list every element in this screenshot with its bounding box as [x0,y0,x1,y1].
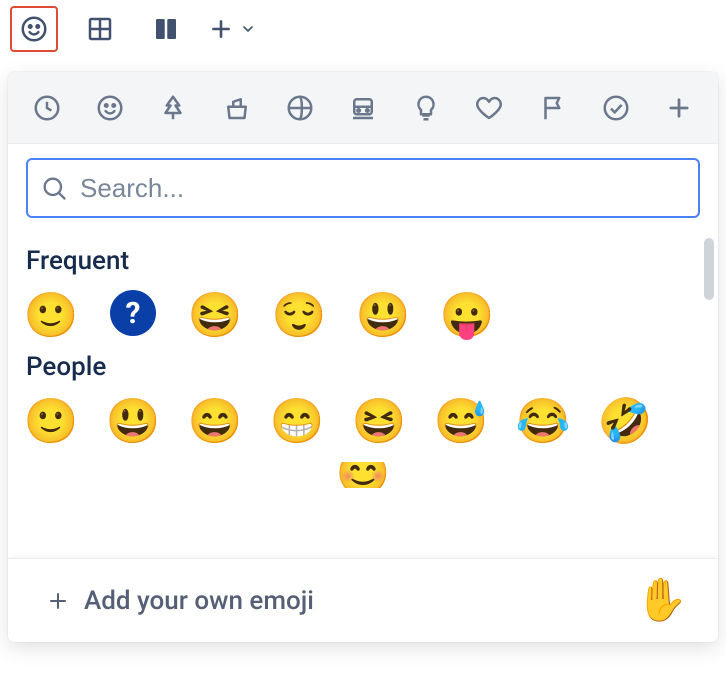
table-toolbar-button[interactable] [76,6,124,52]
add-own-emoji-button[interactable]: Add your own emoji [46,586,314,616]
emoji-toolbar-button[interactable] [10,6,58,52]
frequent-emoji-row: 🙂 ? 😆 😌 😃 😛 [26,290,700,340]
flags-icon [538,93,568,123]
emoji-question-badge[interactable]: ? [110,290,156,336]
category-frequent[interactable] [28,89,66,127]
symbols-icon [474,93,504,123]
editor-toolbar [0,0,726,58]
emoji-sweat-smile[interactable]: 😅 [436,396,486,446]
people-emoji-row-2-partial: 😊 [26,462,700,488]
people-emoji-row-1: 🙂 😃 😄 😁 😆 😅 😂 🤣 [26,396,700,446]
add-own-emoji-label: Add your own emoji [84,586,314,616]
plus-small-icon [46,589,70,613]
emoji-slightly-smiling[interactable]: 🙂 [26,290,76,340]
scrollbar-thumb[interactable] [704,238,714,300]
category-nature[interactable] [154,89,192,127]
emoji-grin[interactable]: 😁 [272,396,322,446]
emoji-slightly-smiling-2[interactable]: 🙂 [26,396,76,446]
table-icon [85,14,115,44]
emoji-laughing-2[interactable]: 😆 [354,396,404,446]
activity-icon [285,93,315,123]
recent-icon [32,93,62,123]
category-food[interactable] [218,89,256,127]
insert-toolbar-button[interactable] [208,16,256,42]
emoji-preview: ✋ [636,576,688,625]
section-frequent-title: Frequent [26,246,700,276]
objects-icon [411,93,441,123]
category-symbols[interactable] [470,89,508,127]
emoji-smile[interactable]: 😄 [190,396,240,446]
travel-icon [348,93,378,123]
category-activity[interactable] [281,89,319,127]
food-icon [222,93,252,123]
nature-icon [158,93,188,123]
category-flags[interactable] [534,89,572,127]
emoji-relieved[interactable]: 😌 [274,290,324,340]
emoji-picker-footer: Add your own emoji ✋ [8,558,718,642]
category-travel[interactable] [344,89,382,127]
emoji-scroll-area: Frequent 🙂 ? 😆 😌 😃 😛 People 🙂 😃 😄 😁 😆 😅 … [8,218,718,558]
category-people[interactable] [91,89,129,127]
category-objects[interactable] [407,89,445,127]
emoji-picker: Frequent 🙂 ? 😆 😌 😃 😛 People 🙂 😃 😄 😁 😆 😅 … [8,72,718,642]
category-custom-add[interactable] [660,89,698,127]
people-icon [95,93,125,123]
emoji-category-tabs [8,72,718,144]
emoji-search-input[interactable] [80,173,686,204]
section-people-title: People [26,352,700,382]
emoji-partial[interactable]: 😊 [336,462,391,488]
emoji-joy[interactable]: 😂 [518,396,568,446]
emoji-rofl[interactable]: 🤣 [600,396,650,446]
plus-icon [208,16,234,42]
custom-add-icon [665,94,693,122]
emoji-smiley-open[interactable]: 😃 [108,396,158,446]
emoji-laughing[interactable]: 😆 [190,290,240,340]
search-icon [40,174,68,202]
emoji-tongue[interactable]: 😛 [442,290,492,340]
layouts-toolbar-button[interactable] [142,6,190,52]
category-productivity[interactable] [597,89,635,127]
productivity-icon [601,93,631,123]
emoji-face-icon [19,14,49,44]
columns-icon [151,14,181,44]
emoji-search-box[interactable] [26,158,700,218]
emoji-smiley[interactable]: 😃 [358,290,408,340]
chevron-down-icon [240,21,256,37]
